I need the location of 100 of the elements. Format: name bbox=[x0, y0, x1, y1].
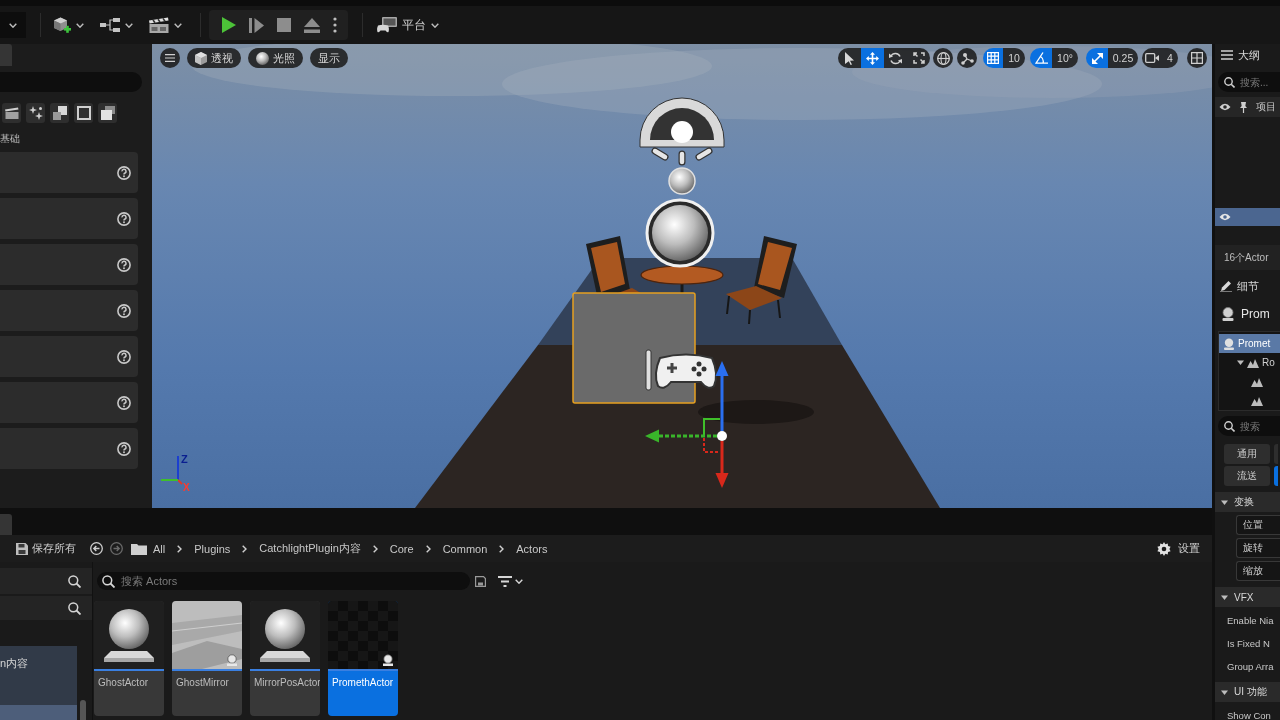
caret-icon bbox=[431, 22, 439, 28]
category-tab[interactable] bbox=[26, 103, 45, 123]
search-field[interactable]: 搜索... bbox=[1218, 72, 1280, 92]
view-mode-button[interactable]: 显示 bbox=[310, 48, 348, 68]
node-graph-icon bbox=[100, 18, 120, 32]
axis-label: X bbox=[183, 482, 190, 493]
property-dropdown[interactable]: 位置 bbox=[1236, 515, 1280, 535]
folder-tree-item[interactable]: n内容 bbox=[0, 656, 77, 671]
asset-tile[interactable]: GhostMirror bbox=[172, 601, 242, 716]
platforms-button[interactable]: 平台 bbox=[373, 12, 443, 38]
pawn-icon bbox=[1223, 337, 1235, 350]
actor-count-label: 16个Actor bbox=[1224, 250, 1269, 265]
breadcrumb-link[interactable]: Common bbox=[442, 538, 488, 559]
scrollbar[interactable] bbox=[80, 700, 86, 720]
breadcrumb-link[interactable]: Plugins bbox=[194, 538, 231, 559]
help-icon[interactable] bbox=[117, 257, 131, 272]
axis-label: Z bbox=[181, 453, 188, 465]
section-header[interactable]: VFX bbox=[1215, 587, 1280, 607]
y-axis-arrow[interactable] bbox=[645, 429, 717, 443]
z-axis-arrow[interactable] bbox=[715, 361, 729, 431]
sphere-icon[interactable] bbox=[668, 167, 696, 195]
search-icon[interactable] bbox=[68, 574, 81, 588]
search-field[interactable]: 搜索 bbox=[1218, 416, 1280, 436]
camera-speed-button[interactable] bbox=[1142, 48, 1162, 68]
select-tool-button[interactable] bbox=[838, 48, 861, 68]
kebab-menu-icon bbox=[333, 17, 337, 33]
section-header[interactable]: UI 功能 bbox=[1215, 682, 1280, 702]
settings-button[interactable]: 设置 bbox=[1157, 541, 1200, 556]
grid-size-dropdown[interactable]: 10 bbox=[1003, 48, 1025, 68]
caret-icon bbox=[174, 22, 182, 28]
pawn-icon bbox=[382, 654, 394, 666]
chevron-icon bbox=[177, 544, 183, 553]
angle-icon bbox=[1034, 52, 1048, 64]
grid-snap-toggle[interactable] bbox=[983, 48, 1003, 68]
settings-icon bbox=[1157, 541, 1171, 556]
property-dropdown[interactable]: 缩放 bbox=[1236, 561, 1280, 581]
property-label: Group Arra bbox=[1227, 660, 1274, 672]
save-icon[interactable] bbox=[475, 575, 486, 587]
component-tree-item[interactable]: Promet bbox=[1219, 334, 1280, 353]
ringed-sphere-icon[interactable] bbox=[645, 198, 715, 268]
asset-tile[interactable]: GhostActor bbox=[94, 601, 164, 716]
gizmo-center-handle[interactable] bbox=[717, 431, 727, 441]
outliner-row[interactable] bbox=[1215, 208, 1280, 226]
component-tree-item[interactable]: Ro bbox=[1219, 353, 1280, 372]
filter-button[interactable]: 通用 bbox=[1224, 444, 1270, 464]
filter-button[interactable]: 流送 bbox=[1224, 466, 1270, 486]
category-tab[interactable] bbox=[98, 103, 117, 123]
property-label: Enable Nia bbox=[1227, 614, 1274, 626]
asset-tile[interactable]: PromethActor bbox=[328, 601, 398, 716]
help-icon[interactable] bbox=[117, 349, 131, 364]
rotate-tool-button[interactable] bbox=[884, 48, 907, 68]
help-icon[interactable] bbox=[117, 395, 131, 410]
caret-icon bbox=[515, 578, 523, 584]
expand-arrow-icon[interactable] bbox=[1237, 359, 1244, 366]
rotate-icon bbox=[889, 51, 902, 65]
gamepad-icon[interactable] bbox=[645, 349, 718, 391]
collapsed-section-bar[interactable] bbox=[0, 568, 92, 594]
scale-snap-toggle[interactable] bbox=[1086, 48, 1108, 68]
asset-name: GhostMirror bbox=[176, 677, 229, 688]
pin-icon[interactable] bbox=[1240, 101, 1247, 113]
cursor-icon bbox=[845, 51, 854, 65]
billboard-panel[interactable] bbox=[572, 292, 696, 404]
search-icon[interactable] bbox=[68, 601, 81, 615]
view-mode-button[interactable]: 光照 bbox=[248, 48, 303, 68]
breadcrumb-link[interactable]: Actors bbox=[516, 538, 548, 559]
search-field[interactable]: 搜索 Actors bbox=[97, 572, 470, 590]
property-dropdown[interactable]: 旋转 bbox=[1236, 538, 1280, 558]
folder-icon[interactable] bbox=[131, 542, 147, 555]
help-icon[interactable] bbox=[117, 441, 131, 456]
category-tab[interactable] bbox=[74, 103, 93, 123]
category-tab[interactable] bbox=[2, 103, 21, 123]
view-mode-button[interactable]: 透视 bbox=[187, 48, 241, 68]
help-icon[interactable] bbox=[117, 211, 131, 226]
help-icon[interactable] bbox=[117, 165, 131, 180]
back-button[interactable] bbox=[90, 542, 103, 555]
property-label: Show Con bbox=[1227, 709, 1271, 720]
section-header[interactable]: 变换 bbox=[1215, 492, 1280, 512]
breadcrumb-link[interactable]: CatchlightPlugin内容 bbox=[259, 538, 361, 559]
breadcrumb-link[interactable]: All bbox=[153, 538, 166, 559]
light-source-icon[interactable] bbox=[639, 97, 725, 166]
eye-icon[interactable] bbox=[1219, 103, 1231, 111]
angle-snap-toggle[interactable] bbox=[1030, 48, 1052, 68]
property-label: Is Fixed N bbox=[1227, 637, 1270, 649]
angle-size-dropdown[interactable]: 10° bbox=[1052, 48, 1078, 68]
mode-dropdown[interactable] bbox=[0, 12, 26, 38]
plane-handle[interactable] bbox=[703, 418, 721, 453]
camera-speed-value[interactable]: 4 bbox=[1162, 48, 1178, 68]
eye-icon[interactable] bbox=[1219, 213, 1231, 221]
help-icon[interactable] bbox=[117, 303, 131, 318]
asset-tile[interactable]: MirrorPosActor bbox=[250, 601, 320, 716]
play-icon bbox=[222, 17, 236, 33]
category-tab[interactable] bbox=[50, 103, 69, 123]
save-all-button[interactable]: 保存所有 bbox=[16, 537, 76, 560]
layout-grid-icon bbox=[1191, 52, 1203, 64]
move-tool-button[interactable] bbox=[861, 48, 884, 68]
scale-size-dropdown[interactable]: 0.25 bbox=[1108, 48, 1138, 68]
forward-button[interactable] bbox=[110, 542, 123, 555]
collapsed-section-bar[interactable] bbox=[0, 596, 92, 620]
breadcrumb-link[interactable]: Core bbox=[389, 538, 414, 559]
scale-tool-button[interactable] bbox=[907, 48, 930, 68]
